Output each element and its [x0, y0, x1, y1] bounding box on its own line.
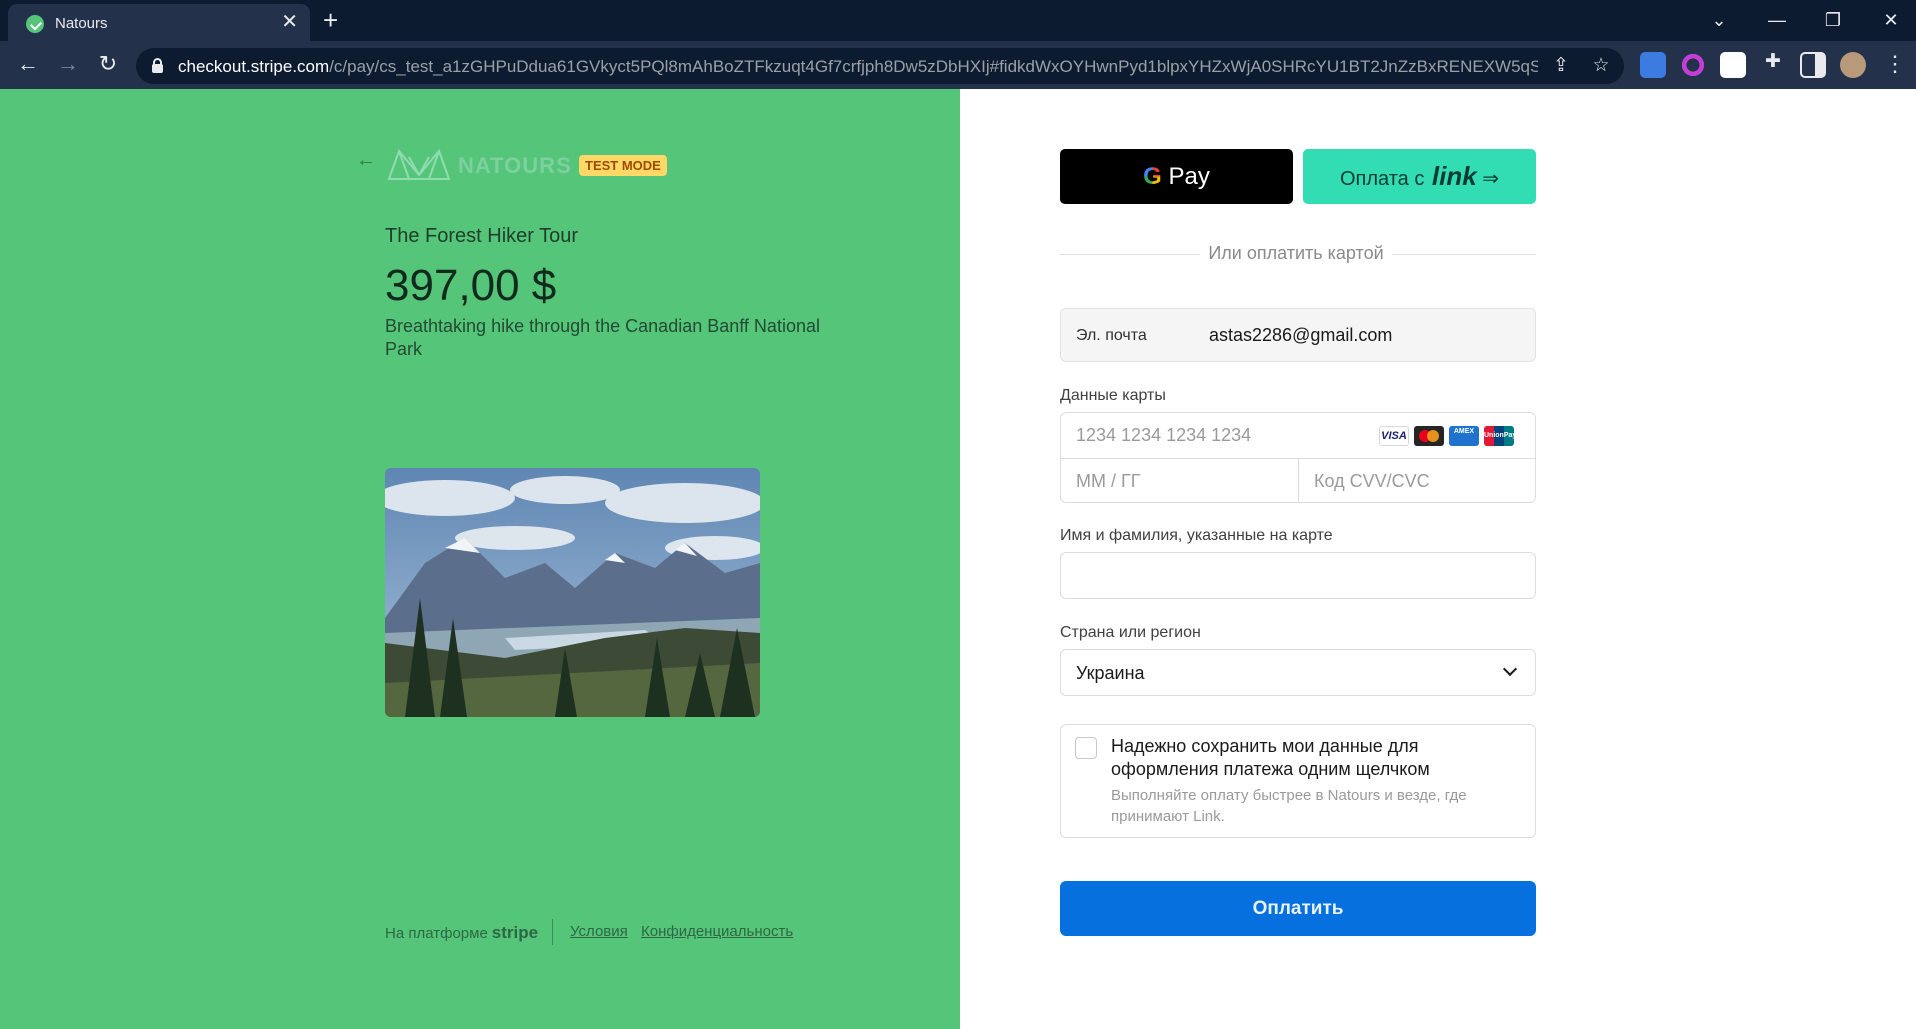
footer-divider [552, 919, 553, 945]
expiry-input[interactable]: ММ / ГГ [1076, 471, 1141, 492]
tab-title: Natours [55, 15, 108, 32]
save-info-description: Выполняйте оплату быстрее в Natours и ве… [1111, 787, 1467, 825]
visa-icon: VISA [1379, 426, 1409, 446]
or-pay-by-card-divider: Или оплатить картой [1200, 243, 1392, 264]
card-number-input[interactable]: 1234 1234 1234 1234 [1076, 425, 1251, 446]
powered-by-text: На платформе [385, 925, 488, 942]
chevron-down-icon [1502, 661, 1518, 677]
back-icon[interactable]: ← [14, 51, 42, 77]
save-info-checkbox[interactable] [1075, 737, 1097, 759]
country-label: Страна или регион [1060, 624, 1201, 641]
browser-menu-icon[interactable]: ⋮ [1884, 51, 1906, 77]
extension-icon[interactable] [1720, 52, 1746, 78]
checkout-footer: На платформе stripe Условия Конфиденциаль… [385, 919, 793, 945]
address-bar[interactable]: checkout.stripe.com/c/pay/cs_test_a1zGHP… [136, 48, 1624, 84]
order-summary-panel: ← NATOURS TEST MODE The Forest Hiker Tou… [0, 89, 960, 1029]
pay-with-link-button[interactable]: Оплата с link ⇒ [1303, 149, 1536, 204]
brand-logotype: NATOURS [458, 153, 572, 178]
divider-line-right [1392, 254, 1536, 255]
restore-icon[interactable]: ❐ [1820, 6, 1846, 34]
product-price: 397,00 $ [385, 261, 557, 310]
card-details-group: 1234 1234 1234 1234 VISA AMEX UnionPay М… [1060, 412, 1536, 503]
natours-logo[interactable] [385, 145, 453, 185]
payment-form-panel: G Pay Оплата с link ⇒ Или оплатить карто… [960, 89, 1916, 1029]
cardholder-name-label: Имя и фамилия, указанные на карте [1060, 527, 1333, 544]
cvc-input[interactable]: Код CVV/CVC [1314, 471, 1430, 492]
card-details-label: Данные карты [1060, 387, 1166, 404]
bookmark-star-icon[interactable]: ☆ [1588, 55, 1614, 77]
browser-toolbar: ← → ↻ checkout.stripe.com/c/pay/cs_test_… [0, 41, 1916, 89]
natours-favicon-icon [26, 15, 44, 33]
tab-close-icon[interactable]: ✕ [281, 11, 298, 33]
color-extension-icon[interactable] [1680, 52, 1706, 78]
privacy-link[interactable]: Конфиденциальность [641, 923, 793, 940]
mastercard-icon [1414, 426, 1444, 446]
terms-link[interactable]: Условия [570, 923, 628, 940]
link-button-label: Оплата с link ⇒ [1303, 149, 1536, 204]
test-mode-badge: TEST MODE [579, 155, 667, 176]
country-select[interactable]: Украина [1060, 649, 1536, 696]
pay-button[interactable]: Оплатить [1060, 881, 1536, 936]
translate-extension-icon[interactable] [1640, 52, 1666, 78]
url-path: /c/pay/cs_test_a1zGHPuDdua61GVkyct5PQl8m… [329, 57, 1538, 76]
stripe-logo[interactable]: stripe [492, 923, 538, 942]
cardholder-name-input[interactable] [1060, 552, 1536, 599]
divider-line-left [1060, 254, 1200, 255]
side-panel-icon[interactable] [1800, 52, 1826, 78]
checkout-page: ← NATOURS TEST MODE The Forest Hiker Tou… [0, 89, 1916, 1029]
url-text[interactable]: checkout.stripe.com/c/pay/cs_test_a1zGHP… [178, 57, 1538, 77]
product-image [385, 468, 760, 717]
google-pay-text: Pay [1168, 163, 1210, 190]
back-arrow-icon[interactable]: ← [356, 149, 376, 172]
pay-button-label: Оплатить [1252, 898, 1344, 919]
unionpay-icon: UnionPay [1484, 426, 1516, 446]
product-description: Breathtaking hike through the Canadian B… [385, 316, 820, 359]
card-col-divider [1298, 458, 1299, 503]
profile-avatar[interactable] [1840, 52, 1866, 78]
link-logo: link [1431, 161, 1477, 191]
email-value: astas2286@gmail.com [1209, 325, 1393, 345]
amex-icon: AMEX [1449, 426, 1479, 446]
arrow-right-icon: ⇒ [1482, 168, 1500, 190]
new-tab-icon[interactable]: + [323, 6, 338, 34]
extensions-puzzle-icon[interactable]: ✚ [1760, 51, 1786, 73]
tab-search-icon[interactable]: ⌄ [1706, 6, 1732, 34]
browser-tab[interactable]: Natours ✕ [8, 4, 310, 41]
save-info-title[interactable]: Надежно сохранить мои данные для оформле… [1111, 735, 1511, 781]
google-g-icon: G [1143, 163, 1162, 190]
url-host: checkout.stripe.com [178, 57, 330, 76]
minimize-icon[interactable]: — [1764, 6, 1790, 34]
save-info-option: Надежно сохранить мои данные для оформле… [1060, 724, 1536, 838]
email-label: Эл. почта [1076, 327, 1147, 344]
email-field[interactable]: Эл. почта astas2286@gmail.com [1060, 308, 1536, 362]
reload-icon[interactable]: ↻ [94, 51, 122, 77]
google-pay-label: G Pay [1060, 149, 1293, 204]
close-window-icon[interactable]: ✕ [1878, 6, 1904, 34]
share-icon[interactable]: ⇪ [1548, 55, 1574, 77]
forward-icon[interactable]: → [54, 51, 82, 77]
product-name: The Forest Hiker Tour [385, 225, 579, 247]
browser-tab-strip: Natours ✕ + ⌄ — ❐ ✕ [0, 0, 1916, 41]
lock-icon[interactable] [152, 58, 163, 73]
google-pay-button[interactable]: G Pay [1060, 149, 1293, 204]
link-prefix: Оплата с [1339, 168, 1425, 190]
country-value: Украина [1076, 663, 1145, 683]
